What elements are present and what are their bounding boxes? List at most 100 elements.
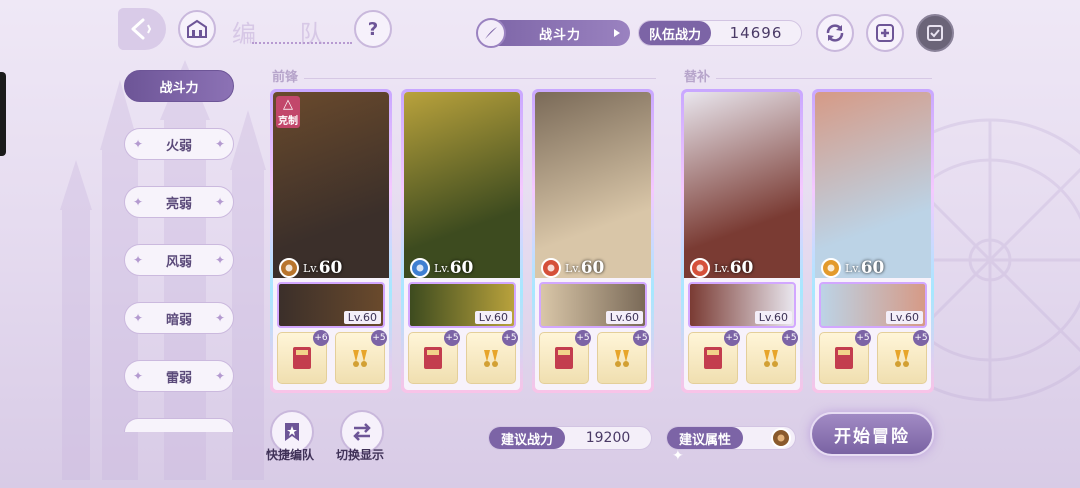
gem-icon [615,350,629,367]
team-power-label: 队伍战力 [639,21,712,45]
enhance-level: +5 [855,330,871,346]
refresh-button[interactable] [816,14,854,52]
sparkle-icon: ✦ [133,137,144,151]
recommended-power-label: 建议战力 [489,427,566,449]
equipment-row: +5 +5 [819,330,929,384]
character-level-row: Lv. 60 [821,258,884,278]
refresh-icon [826,24,844,42]
title-decoration [252,34,352,44]
character-portrait [404,92,520,278]
equipment-slot[interactable]: +5 [819,330,871,384]
filter-tab-wind-weak[interactable]: ✦ 风弱 ✦ [124,244,234,276]
book-icon [555,347,573,369]
support-card-slot[interactable]: Lv.60 [688,282,796,328]
side-edge-tab [0,72,6,156]
quick-team-label: 快捷编队 [266,448,315,462]
filter-tab-label: 雷弱 [165,370,192,386]
character-level-row: Lv. 60 [690,258,753,278]
enhance-level: +5 [502,330,518,346]
gem-icon [484,350,498,367]
start-adventure-button[interactable]: 开始冒险 [810,412,934,456]
help-button[interactable]: ? [354,10,392,48]
sparkle-icon: ✦ [214,311,225,325]
character-card[interactable]: Lv. 60 Lv.60 +5 +5 [532,89,654,393]
notebook-check-icon [927,25,943,41]
support-card-slot[interactable]: Lv.60 [408,282,516,328]
level-prefix: Lv. [565,261,581,275]
team-power-display: 队伍战力 14696 [638,20,802,46]
sort-label: 战斗力 [538,27,581,43]
equipment-slot[interactable]: +5 [466,330,518,384]
counter-badge: 克制 [276,96,300,128]
book-icon [293,347,311,369]
equipment-row: +5 +5 [408,330,518,384]
equipment-slot[interactable]: +5 [746,330,798,384]
character-card-inner: Lv. 60 Lv.60 +5 +5 [535,92,651,390]
element-icon [821,258,841,278]
sparkle-icon: ✦ [214,137,225,151]
equipment-row: +5 +5 [539,330,649,384]
character-portrait [815,92,931,278]
filter-tab-light-weak[interactable]: ✦ 亮弱 ✦ [124,186,234,218]
plus-square-icon [876,24,894,42]
sparkle-icon: ✦ [133,253,144,267]
filter-tab-dark-weak[interactable]: ✦ 暗弱 ✦ [124,302,234,334]
character-card-inner: Lv. 60 Lv.60 +5 +5 [404,92,520,390]
enhance-level: +5 [633,330,649,346]
filter-tab-label: 风弱 [165,254,192,270]
help-icon: ? [367,18,379,40]
character-card[interactable]: 克制Lv.60Lv.60+6+5 [270,89,392,393]
switch-display-label: 切换显示 [336,448,385,462]
castle-home-icon [187,19,207,38]
gem-icon [353,350,367,367]
equipment-slot[interactable]: +5 [408,330,460,384]
character-card[interactable]: Lv. 60 Lv.60 +5 +5 [681,89,803,393]
enhance-level: +5 [575,330,591,346]
filter-tab-thunder-weak[interactable]: ✦ 雷弱 ✦ [124,360,234,392]
earth-element-icon [771,428,791,448]
filter-tab-fire-weak[interactable]: ✦ 火弱 ✦ [124,128,234,160]
sort-selector[interactable]: 战斗力 [476,18,630,48]
level-prefix: Lv. [714,261,730,275]
equipment-slot[interactable]: +5 [877,330,929,384]
filter-tab-power[interactable]: 战斗力 [124,70,234,102]
add-team-button[interactable] [866,14,904,52]
equipment-row: +5 +5 [688,330,798,384]
character-level-row: Lv. 60 [410,258,473,278]
filter-tab-label: 火弱 [165,138,192,154]
element-icon [690,258,710,278]
equipment-slot[interactable]: +5 [597,330,649,384]
character-card-inner: 克制Lv.60Lv.60+6+5 [273,92,389,390]
sparkle-icon: ✦ [214,195,225,209]
section-divider [716,78,932,79]
sparkle-icon: ✦ [133,369,144,383]
sparkle-icon: ✦ [214,369,225,383]
support-card-slot[interactable]: Lv.60 [539,282,647,328]
sparkle-icon: ✦ [672,448,684,464]
home-button[interactable] [178,10,216,48]
equipment-slot[interactable]: +5 [335,330,387,384]
level-prefix: Lv. [845,261,861,275]
quill-icon [476,18,506,48]
gem-icon [895,350,909,367]
filter-tab-label: 暗弱 [165,312,192,328]
support-level: Lv.60 [605,311,643,324]
filter-tab-label: 亮弱 [165,196,192,212]
support-card-slot[interactable]: Lv.60 [819,282,927,328]
level-value: 60 [580,258,605,278]
team-power-value: 14696 [729,24,783,42]
filter-tab-partial[interactable] [124,418,234,432]
character-level-row: Lv. 60 [279,258,342,278]
level-value: 60 [449,258,474,278]
gem-icon [764,350,778,367]
level-prefix: Lv. [434,261,450,275]
back-button[interactable] [118,8,166,50]
character-card[interactable]: Lv. 60 Lv.60 +5 +5 [401,89,523,393]
support-card-slot[interactable]: Lv.60 [277,282,385,328]
equipment-slot[interactable]: +5 [688,330,740,384]
team-notes-button[interactable] [916,14,954,52]
equipment-slot[interactable]: +5 [539,330,591,384]
equipment-slot[interactable]: +6 [277,330,329,384]
section-divider [304,78,656,79]
character-card[interactable]: Lv. 60 Lv.60 +5 +5 [812,89,934,393]
